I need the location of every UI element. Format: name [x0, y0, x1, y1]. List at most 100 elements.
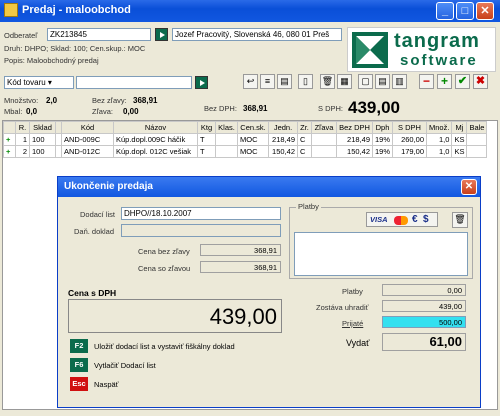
window-titlebar: Predaj - maloobchod _ □ ✕ — [0, 0, 500, 22]
cell: AND-009C — [61, 133, 114, 146]
new-document-icon[interactable]: ▢ — [358, 74, 373, 89]
prijate-input[interactable]: 500,00 — [382, 316, 466, 328]
table-row[interactable]: + 2 100 AND-012C Kúp.dopl. 012C vešiak T… — [3, 145, 488, 158]
col-header[interactable]: Ktg — [197, 121, 216, 134]
col-header[interactable]: Kód — [61, 121, 114, 134]
confirm-icon[interactable]: ✔ — [455, 74, 470, 89]
f2-action[interactable]: Uložiť dodací list a vystaviť fiškálny d… — [94, 342, 235, 351]
delete-document-icon[interactable]: ▥ — [392, 74, 407, 89]
cell: C — [297, 145, 312, 158]
cena-so-zlavou-label: Cena so zľavou — [138, 264, 191, 273]
zlava-value: 0,00 — [123, 107, 139, 116]
form-icon[interactable]: ▤ — [277, 74, 292, 89]
mbal-value: 0,0 — [26, 107, 38, 116]
col-header[interactable]: Bez DPH — [336, 121, 373, 134]
cell: T — [197, 133, 216, 146]
col-header[interactable]: Bale — [466, 121, 488, 134]
minus-icon[interactable]: − — [419, 74, 434, 89]
dollar-icon: $ — [423, 214, 429, 225]
odberatel-code-field[interactable]: ZK213845 — [47, 28, 151, 41]
cell — [311, 133, 337, 146]
zlava-label: Zľava: — [92, 107, 113, 116]
search-go-button[interactable] — [195, 76, 208, 89]
plus-icon[interactable]: + — [437, 74, 452, 89]
cell: KS — [451, 133, 468, 146]
col-header[interactable]: Sklad — [29, 121, 56, 134]
search-input[interactable] — [76, 76, 192, 89]
back-icon[interactable]: ↩ — [243, 74, 258, 89]
items-table: R. Sklad Kód Názov Ktg Klas. Cen.sk. Jed… — [3, 121, 488, 158]
esc-action[interactable]: Naspäť — [94, 380, 119, 389]
col-header[interactable]: Zľava — [311, 121, 337, 134]
cancel-icon[interactable]: ✖ — [473, 74, 488, 89]
row-expand-icon[interactable]: + — [3, 133, 16, 146]
table-row[interactable]: + 1 100 AND-009C Kúp.dopl.009C háčik T M… — [3, 133, 488, 146]
tangram-logo-icon — [352, 32, 388, 68]
maximize-button[interactable]: □ — [456, 2, 474, 20]
cart-icon[interactable]: ▦ — [337, 74, 352, 89]
cell: 150,42 — [336, 145, 373, 158]
odberatel-go-button[interactable] — [155, 28, 168, 41]
cell — [215, 145, 238, 158]
search-type-value: Kód tovaru — [7, 78, 46, 87]
cell: 150,42 — [268, 145, 298, 158]
cell — [215, 133, 238, 146]
mbal-label: Mbal: — [4, 107, 23, 116]
dodaci-list-field[interactable]: DHPO//18.10.2007 — [121, 207, 281, 220]
cena-s-dph-label: Cena s DPH — [68, 288, 117, 298]
dialog-title: Ukončenie predaja — [64, 181, 153, 192]
vydat-label: Vydať — [346, 338, 370, 348]
window-title: Predaj - maloobchod — [22, 4, 131, 16]
logo-text-2: software — [400, 52, 478, 69]
dialog-close-button[interactable]: ✕ — [461, 179, 477, 195]
trash-icon[interactable]: 🗑 — [320, 74, 335, 89]
app-icon — [4, 3, 18, 17]
document-icon[interactable]: ≡ — [260, 74, 275, 89]
cell: 218,49 — [268, 133, 298, 146]
bottle-icon[interactable]: ▯ — [298, 74, 313, 89]
cena-bez-zlavy-value: 368,91 — [200, 244, 281, 256]
col-header[interactable]: Dph — [371, 121, 394, 134]
dialog-titlebar: Ukončenie predaja ✕ — [58, 177, 480, 197]
vydat-value: 61,00 — [382, 333, 466, 351]
row-expand-icon[interactable]: + — [3, 145, 16, 158]
info-line-1: Druh: DHPO; Sklad: 100; Cen.skup.: MOC — [4, 44, 146, 53]
f2-key[interactable]: F2 — [70, 339, 88, 353]
cell: 1,0 — [426, 133, 453, 146]
col-header[interactable]: Názov — [113, 121, 198, 134]
f6-key[interactable]: F6 — [70, 358, 88, 372]
payment-delete-icon[interactable]: 🗑 — [452, 212, 468, 228]
col-header[interactable]: Klas. — [215, 121, 238, 134]
cell: 260,00 — [392, 133, 428, 146]
dan-doklad-field[interactable] — [121, 224, 281, 237]
platby-group: Platby VISA € $ 🗑 — [289, 202, 473, 279]
s-dph-value: 439,00 — [348, 98, 400, 117]
esc-key[interactable]: Esc — [70, 377, 88, 391]
col-header[interactable] — [3, 121, 16, 134]
dan-doklad-label: Daň. doklad — [74, 227, 115, 236]
cell: 2 — [15, 145, 30, 158]
info-line-2: Popis: Maloobchodný predaj — [4, 56, 99, 65]
cell: 218,49 — [336, 133, 373, 146]
col-header[interactable]: Zr. — [297, 121, 312, 134]
minimize-button[interactable]: _ — [436, 2, 454, 20]
col-header[interactable]: S DPH — [392, 121, 428, 134]
col-header[interactable]: Cen.sk. — [237, 121, 269, 134]
payments-list[interactable] — [294, 232, 468, 276]
col-header[interactable]: R. — [15, 121, 30, 134]
tangram-logo: tangram software — [347, 27, 496, 72]
mastercard-icon — [394, 216, 408, 225]
col-header[interactable]: Mj — [451, 121, 468, 134]
cell — [311, 145, 337, 158]
col-header[interactable]: Množ. — [426, 121, 453, 134]
odberatel-name-field[interactable]: Jozef Pracovitý, Slovenská 46, 080 01 Pr… — [172, 28, 342, 41]
f6-action[interactable]: Vytlačiť Dodací list — [94, 361, 156, 370]
close-button[interactable]: ✕ — [476, 2, 494, 20]
zostava-value: 439,00 — [382, 300, 466, 312]
cell — [466, 133, 488, 146]
col-header[interactable]: Jedn. — [268, 121, 298, 134]
copy-document-icon[interactable]: ▤ — [375, 74, 390, 89]
search-type-select[interactable]: Kód tovaru ▾ — [4, 76, 74, 89]
payment-cards-button[interactable]: VISA € $ — [366, 212, 438, 227]
bez-dph-value: 368,91 — [243, 104, 268, 113]
